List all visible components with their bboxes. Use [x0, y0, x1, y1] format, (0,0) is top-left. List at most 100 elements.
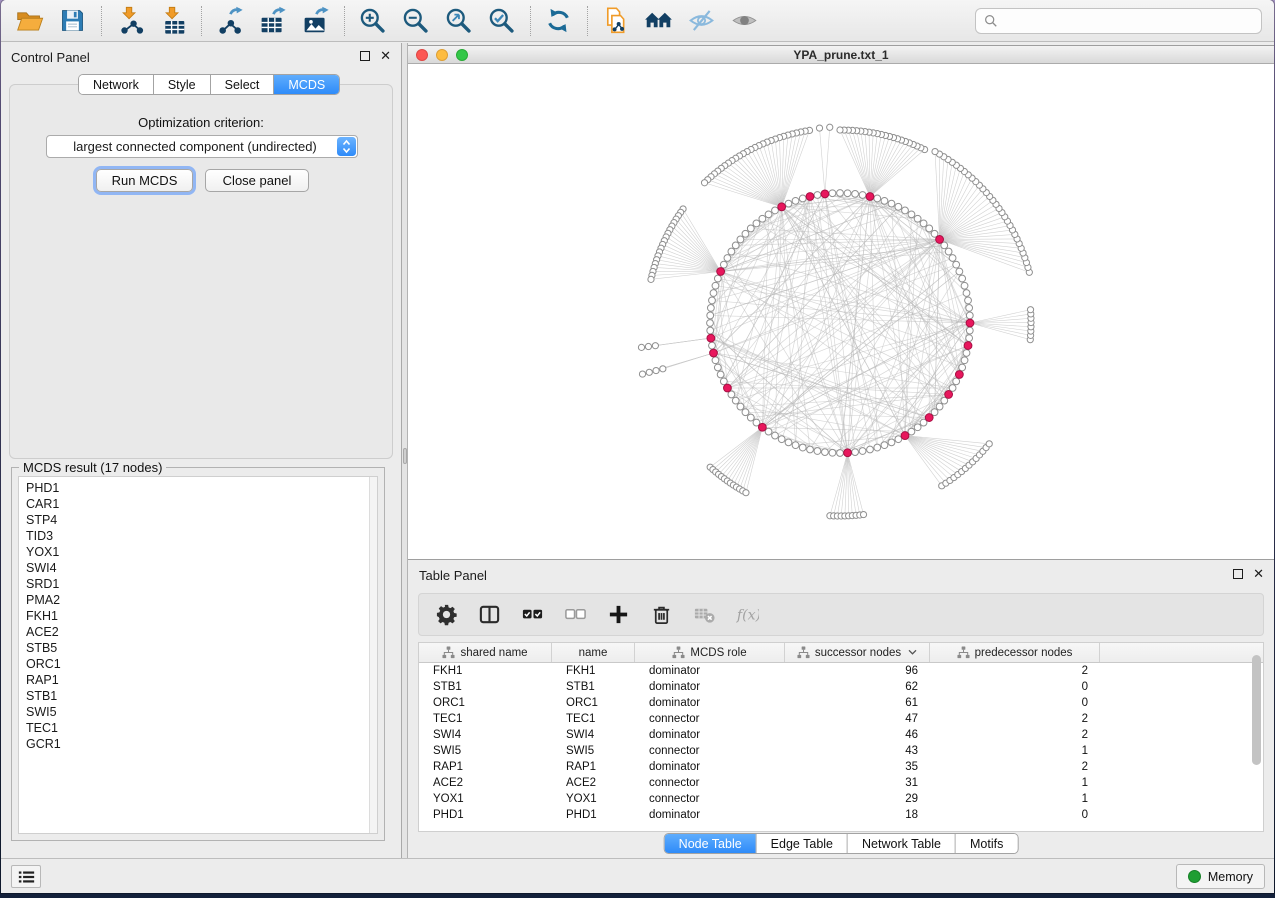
table-row[interactable]: STB1STB1dominator620 [419, 679, 1263, 695]
table-cell[interactable]: ORC1 [552, 697, 635, 709]
float-panel-icon[interactable] [360, 51, 370, 61]
table-cell[interactable]: FKH1 [419, 665, 552, 677]
mcds-result-item[interactable]: FKH1 [26, 608, 377, 624]
table-cell[interactable]: connector [635, 777, 785, 789]
delete-column-icon[interactable] [648, 602, 674, 628]
table-cell[interactable]: 2 [930, 761, 1100, 773]
refresh-layout-icon[interactable] [542, 5, 574, 37]
first-neighbors-icon[interactable] [642, 5, 674, 37]
table-cell[interactable]: ACE2 [552, 777, 635, 789]
table-cell[interactable]: 0 [930, 809, 1100, 821]
export-image-icon[interactable] [299, 5, 331, 37]
table-cell[interactable]: STB1 [552, 681, 635, 693]
table-cell[interactable]: 96 [785, 665, 930, 677]
table-cell[interactable]: dominator [635, 729, 785, 741]
list-scrollbar[interactable] [369, 477, 377, 833]
table-cell[interactable]: dominator [635, 809, 785, 821]
tab-network[interactable]: Network [79, 75, 154, 94]
table-row[interactable]: PHD1PHD1dominator180 [419, 807, 1263, 823]
split-view-icon[interactable] [476, 602, 502, 628]
column-header-predecessor-nodes[interactable]: predecessor nodes [930, 643, 1100, 662]
search-box[interactable] [975, 8, 1262, 34]
scrollbar-thumb[interactable] [1252, 655, 1261, 765]
mcds-result-item[interactable]: STP4 [26, 512, 377, 528]
table-settings-icon[interactable] [433, 602, 459, 628]
table-cell[interactable]: YOX1 [419, 793, 552, 805]
table-cell[interactable]: 47 [785, 713, 930, 725]
export-network-icon[interactable] [213, 5, 245, 37]
tab-edge-table[interactable]: Edge Table [757, 834, 848, 853]
table-cell[interactable]: 2 [930, 665, 1100, 677]
table-cell[interactable]: FKH1 [552, 665, 635, 677]
mcds-result-item[interactable]: SWI4 [26, 560, 377, 576]
task-history-button[interactable] [11, 865, 41, 888]
zoom-in-icon[interactable] [356, 5, 388, 37]
mcds-result-item[interactable]: ACE2 [26, 624, 377, 640]
import-network-icon[interactable] [113, 5, 145, 37]
table-cell[interactable]: TEC1 [419, 713, 552, 725]
table-row[interactable]: FKH1FKH1dominator962 [419, 663, 1263, 679]
table-row[interactable]: YOX1YOX1connector291 [419, 791, 1263, 807]
mcds-result-item[interactable]: GCR1 [26, 736, 377, 752]
mcds-result-item[interactable]: CAR1 [26, 496, 377, 512]
network-canvas[interactable] [408, 64, 1274, 559]
mcds-result-item[interactable]: SWI5 [26, 704, 377, 720]
table-cell[interactable]: connector [635, 713, 785, 725]
clone-network-icon[interactable] [599, 5, 631, 37]
table-cell[interactable]: 62 [785, 681, 930, 693]
table-cell[interactable]: YOX1 [552, 793, 635, 805]
zoom-fit-icon[interactable] [442, 5, 474, 37]
table-cell[interactable]: SWI5 [552, 745, 635, 757]
mcds-result-item[interactable]: TEC1 [26, 720, 377, 736]
import-table-icon[interactable] [156, 5, 188, 37]
table-cell[interactable]: 31 [785, 777, 930, 789]
table-cell[interactable]: 0 [930, 697, 1100, 709]
table-cell[interactable]: 18 [785, 809, 930, 821]
table-row[interactable]: SWI5SWI5connector431 [419, 743, 1263, 759]
table-scrollbar[interactable] [1251, 653, 1262, 827]
mcds-result-list[interactable]: PHD1CAR1STP4TID3YOX1SWI4SRD1PMA2FKH1ACE2… [18, 476, 378, 834]
mcds-result-item[interactable]: RAP1 [26, 672, 377, 688]
mcds-result-item[interactable]: ORC1 [26, 656, 377, 672]
table-cell[interactable]: 2 [930, 713, 1100, 725]
table-cell[interactable]: dominator [635, 697, 785, 709]
table-cell[interactable]: SWI4 [419, 729, 552, 741]
table-cell[interactable]: connector [635, 793, 785, 805]
tab-network-table[interactable]: Network Table [848, 834, 956, 853]
table-cell[interactable]: PHD1 [552, 809, 635, 821]
criterion-select[interactable]: largest connected component (undirected) [46, 135, 358, 158]
close-window-icon[interactable] [416, 49, 428, 61]
table-cell[interactable]: ACE2 [419, 777, 552, 789]
save-session-icon[interactable] [56, 5, 88, 37]
export-table-icon[interactable] [256, 5, 288, 37]
column-header-successor-nodes[interactable]: successor nodes [785, 643, 930, 662]
add-column-icon[interactable] [605, 602, 631, 628]
zoom-selected-icon[interactable] [485, 5, 517, 37]
table-cell[interactable]: ORC1 [419, 697, 552, 709]
table-cell[interactable]: TEC1 [552, 713, 635, 725]
float-panel-icon[interactable] [1233, 569, 1243, 579]
table-cell[interactable]: 0 [930, 681, 1100, 693]
mcds-result-item[interactable]: TID3 [26, 528, 377, 544]
maximize-window-icon[interactable] [456, 49, 468, 61]
column-header-shared-name[interactable]: shared name [419, 643, 552, 662]
zoom-out-icon[interactable] [399, 5, 431, 37]
memory-button[interactable]: Memory [1176, 864, 1265, 889]
open-file-icon[interactable] [13, 5, 45, 37]
table-cell[interactable]: 61 [785, 697, 930, 709]
tab-style[interactable]: Style [154, 75, 211, 94]
table-cell[interactable]: 43 [785, 745, 930, 757]
mcds-result-item[interactable]: PHD1 [26, 480, 377, 496]
table-cell[interactable]: RAP1 [419, 761, 552, 773]
table-cell[interactable]: dominator [635, 681, 785, 693]
tab-node-table[interactable]: Node Table [665, 834, 757, 853]
combo-stepper-icon[interactable] [337, 137, 356, 156]
table-cell[interactable]: 29 [785, 793, 930, 805]
mcds-result-item[interactable]: STB5 [26, 640, 377, 656]
table-cell[interactable]: PHD1 [419, 809, 552, 821]
table-cell[interactable]: 1 [930, 793, 1100, 805]
tab-select[interactable]: Select [211, 75, 275, 94]
table-cell[interactable]: STB1 [419, 681, 552, 693]
minimize-window-icon[interactable] [436, 49, 448, 61]
mcds-result-item[interactable]: PMA2 [26, 592, 377, 608]
